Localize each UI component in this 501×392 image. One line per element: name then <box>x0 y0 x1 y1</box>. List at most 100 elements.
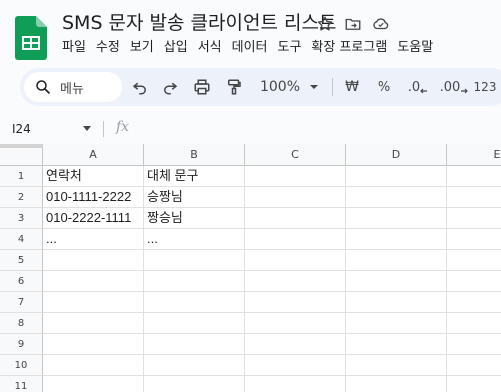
row-header-5[interactable]: 5 <box>0 250 43 271</box>
cell-e11[interactable] <box>447 376 501 392</box>
number-format-button[interactable]: 123 <box>472 77 498 97</box>
menu-insert[interactable]: 삽입 <box>164 38 194 58</box>
column-header-a[interactable]: A <box>43 144 144 166</box>
row-header-3[interactable]: 3 <box>0 208 43 229</box>
decrease-decimal-button[interactable]: .0 <box>404 77 432 97</box>
select-all-corner[interactable] <box>0 144 43 166</box>
menu-extensions[interactable]: 확장 프로그램 <box>311 38 393 58</box>
paint-format-button[interactable] <box>222 77 246 97</box>
cell-a1[interactable]: 연락처 <box>43 166 144 187</box>
cell-a3[interactable]: 010-2222-1111 <box>43 208 144 229</box>
cell-c3[interactable] <box>245 208 346 229</box>
cell-c11[interactable] <box>245 376 346 392</box>
cell-d9[interactable] <box>346 334 447 355</box>
cell-b11[interactable] <box>144 376 245 392</box>
cell-c5[interactable] <box>245 250 346 271</box>
undo-button[interactable] <box>128 77 152 97</box>
menu-view[interactable]: 보기 <box>130 38 160 58</box>
cell-d10[interactable] <box>346 355 447 376</box>
cell-e9[interactable] <box>447 334 501 355</box>
cell-d1[interactable] <box>346 166 447 187</box>
row-header-10[interactable]: 10 <box>0 355 43 376</box>
cell-c6[interactable] <box>245 271 346 292</box>
cell-c1[interactable] <box>245 166 346 187</box>
row-header-7[interactable]: 7 <box>0 292 43 313</box>
menu-search-button[interactable]: 메뉴 <box>24 72 122 102</box>
cell-c2[interactable] <box>245 187 346 208</box>
cell-d3[interactable] <box>346 208 447 229</box>
print-button[interactable] <box>190 77 214 97</box>
row-header-6[interactable]: 6 <box>0 271 43 292</box>
percent-format-button[interactable]: % <box>372 77 396 97</box>
cell-d7[interactable] <box>346 292 447 313</box>
cloud-saved-icon[interactable] <box>371 14 391 34</box>
frozen-row-handle[interactable] <box>0 144 43 148</box>
increase-decimal-button[interactable]: .00 <box>438 77 470 97</box>
cell-a9[interactable] <box>43 334 144 355</box>
column-header-d[interactable]: D <box>346 144 447 166</box>
cell-e8[interactable] <box>447 313 501 334</box>
cell-b7[interactable] <box>144 292 245 313</box>
cell-e2[interactable] <box>447 187 501 208</box>
sheets-logo-icon[interactable] <box>15 16 47 60</box>
name-box-dropdown-icon[interactable] <box>83 126 91 131</box>
cell-b9[interactable] <box>144 334 245 355</box>
cell-b10[interactable] <box>144 355 245 376</box>
cell-c7[interactable] <box>245 292 346 313</box>
cell-c8[interactable] <box>245 313 346 334</box>
cell-b5[interactable] <box>144 250 245 271</box>
menu-edit[interactable]: 수정 <box>96 38 126 58</box>
zoom-select[interactable]: 100% <box>258 77 302 97</box>
cell-b8[interactable] <box>144 313 245 334</box>
cell-c4[interactable] <box>245 229 346 250</box>
cell-a5[interactable] <box>43 250 144 271</box>
row-header-2[interactable]: 2 <box>0 187 43 208</box>
menu-help[interactable]: 도움말 <box>397 38 439 58</box>
cell-a8[interactable] <box>43 313 144 334</box>
cell-e1[interactable] <box>447 166 501 187</box>
row-header-9[interactable]: 9 <box>0 334 43 355</box>
row-header-11[interactable]: 11 <box>0 376 43 392</box>
document-title[interactable]: SMS 문자 발송 클라이언트 리스트 <box>62 10 336 36</box>
name-box[interactable]: I24 <box>12 120 31 138</box>
row-header-1[interactable]: 1 <box>0 166 43 187</box>
formula-input[interactable] <box>140 120 490 138</box>
cell-e6[interactable] <box>447 271 501 292</box>
cell-d5[interactable] <box>346 250 447 271</box>
cell-b4[interactable]: ... <box>144 229 245 250</box>
cell-e7[interactable] <box>447 292 501 313</box>
currency-format-button[interactable]: ₩ <box>340 77 364 97</box>
cell-c9[interactable] <box>245 334 346 355</box>
cell-e4[interactable] <box>447 229 501 250</box>
cell-e3[interactable] <box>447 208 501 229</box>
cell-a7[interactable] <box>43 292 144 313</box>
cell-d11[interactable] <box>346 376 447 392</box>
cell-b3[interactable]: 짱승님 <box>144 208 245 229</box>
cell-d2[interactable] <box>346 187 447 208</box>
column-header-b[interactable]: B <box>144 144 245 166</box>
redo-button[interactable] <box>158 77 182 97</box>
cell-d6[interactable] <box>346 271 447 292</box>
star-icon[interactable] <box>315 14 335 34</box>
cell-c10[interactable] <box>245 355 346 376</box>
column-header-c[interactable]: C <box>245 144 346 166</box>
cell-a4[interactable]: ... <box>43 229 144 250</box>
cell-e5[interactable] <box>447 250 501 271</box>
row-header-8[interactable]: 8 <box>0 313 43 334</box>
cell-a2[interactable]: 010-1111-2222 <box>43 187 144 208</box>
zoom-dropdown-button[interactable] <box>308 77 320 97</box>
menu-tools[interactable]: 도구 <box>278 38 308 58</box>
cell-a11[interactable] <box>43 376 144 392</box>
menu-file[interactable]: 파일 <box>62 38 92 58</box>
menu-data[interactable]: 데이터 <box>232 38 274 58</box>
cell-a10[interactable] <box>43 355 144 376</box>
move-to-folder-icon[interactable] <box>343 14 363 34</box>
column-header-e[interactable]: E <box>447 144 501 166</box>
cell-b6[interactable] <box>144 271 245 292</box>
row-header-4[interactable]: 4 <box>0 229 43 250</box>
cell-b2[interactable]: 승짱님 <box>144 187 245 208</box>
cell-a6[interactable] <box>43 271 144 292</box>
cell-d8[interactable] <box>346 313 447 334</box>
menu-format[interactable]: 서식 <box>198 38 228 58</box>
cell-e10[interactable] <box>447 355 501 376</box>
